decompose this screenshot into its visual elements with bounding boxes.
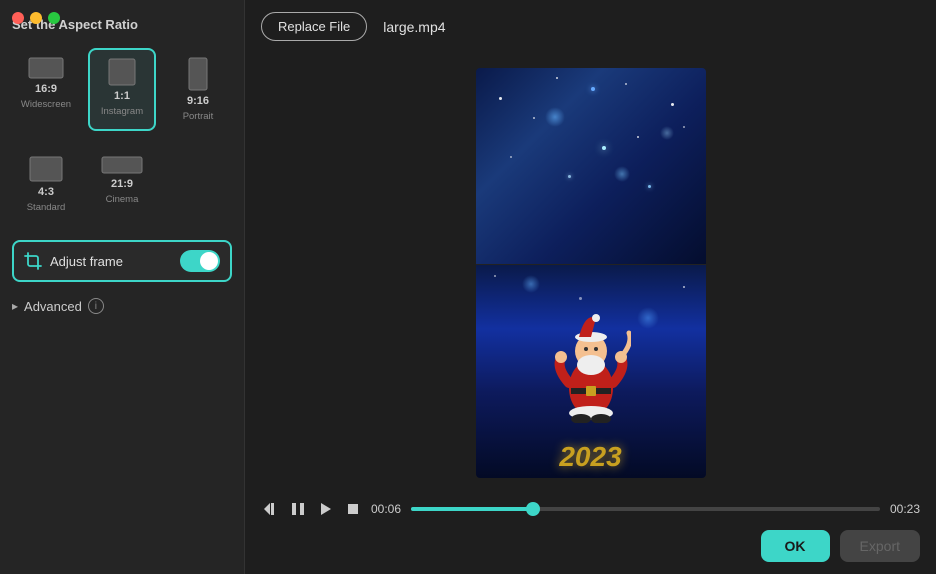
light-orb-3 xyxy=(660,126,674,140)
ratio-btn-16-9[interactable]: 16:9 Widescreen xyxy=(12,48,80,131)
adjust-frame-toggle[interactable] xyxy=(180,250,220,272)
ratio-btn-21-9[interactable]: 21:9 Cinema xyxy=(88,147,156,222)
info-icon[interactable]: i xyxy=(88,298,104,314)
right-header: Replace File large.mp4 xyxy=(261,12,920,41)
video-top xyxy=(476,68,706,264)
ratio-icon-16-9 xyxy=(28,57,64,79)
ratio-icon-4-3 xyxy=(29,156,63,182)
traffic-lights xyxy=(12,12,60,24)
maximize-button[interactable] xyxy=(48,12,60,24)
video-preview-container: 2023 xyxy=(261,53,920,492)
light-orb-2 xyxy=(614,166,630,182)
adjust-frame-left: Adjust frame xyxy=(24,252,123,270)
chevron-right-icon: ▸ xyxy=(12,299,18,313)
stop-button[interactable] xyxy=(345,501,361,517)
ratio-icon-21-9 xyxy=(101,156,143,174)
action-buttons: OK Export xyxy=(261,524,920,562)
close-button[interactable] xyxy=(12,12,24,24)
ok-button[interactable]: OK xyxy=(761,530,830,562)
replace-file-button[interactable]: Replace File xyxy=(261,12,367,41)
skip-back-icon xyxy=(263,502,277,516)
current-time: 00:06 xyxy=(371,502,401,516)
light-orb-5 xyxy=(637,307,659,329)
skip-back-button[interactable] xyxy=(261,500,279,518)
year-display: 2023 xyxy=(559,441,621,473)
santa-figure xyxy=(551,313,631,423)
adjust-frame-row: Adjust frame xyxy=(12,240,232,282)
aspect-ratio-grid: 16:9 Widescreen 1:1 Instagram 9:16 Portr… xyxy=(12,48,232,131)
export-button: Export xyxy=(840,530,920,562)
light-orb-4 xyxy=(522,275,540,293)
total-time: 00:23 xyxy=(890,502,920,516)
minimize-button[interactable] xyxy=(30,12,42,24)
progress-bar[interactable] xyxy=(411,507,880,511)
right-panel: Replace File large.mp4 xyxy=(245,0,936,574)
ratio-icon-9-16 xyxy=(188,57,208,91)
left-panel: Set the Aspect Ratio 16:9 Widescreen 1:1… xyxy=(0,0,245,574)
crop-icon xyxy=(24,252,42,270)
video-bottom: 2023 xyxy=(476,265,706,478)
video-frame: 2023 xyxy=(476,68,706,478)
ratio-btn-1-1[interactable]: 1:1 Instagram xyxy=(88,48,156,131)
ratio-btn-9-16[interactable]: 9:16 Portrait xyxy=(164,48,232,131)
aspect-ratio-grid-2: 4:3 Standard 21:9 Cinema xyxy=(12,147,232,222)
stop-icon xyxy=(347,503,359,515)
play-arrow-button[interactable] xyxy=(317,500,335,518)
ratio-icon-1-1 xyxy=(108,58,136,86)
play-button[interactable] xyxy=(289,500,307,518)
ratio-btn-4-3[interactable]: 4:3 Standard xyxy=(12,147,80,222)
advanced-row[interactable]: ▸ Advanced i xyxy=(12,296,232,316)
play-arrow-icon xyxy=(319,502,333,516)
file-name: large.mp4 xyxy=(383,19,445,35)
play-icon xyxy=(291,502,305,516)
progress-thumb[interactable] xyxy=(526,502,540,516)
light-orb xyxy=(545,107,565,127)
progress-fill xyxy=(411,507,533,511)
controls-bar: 00:06 00:23 xyxy=(261,492,920,524)
